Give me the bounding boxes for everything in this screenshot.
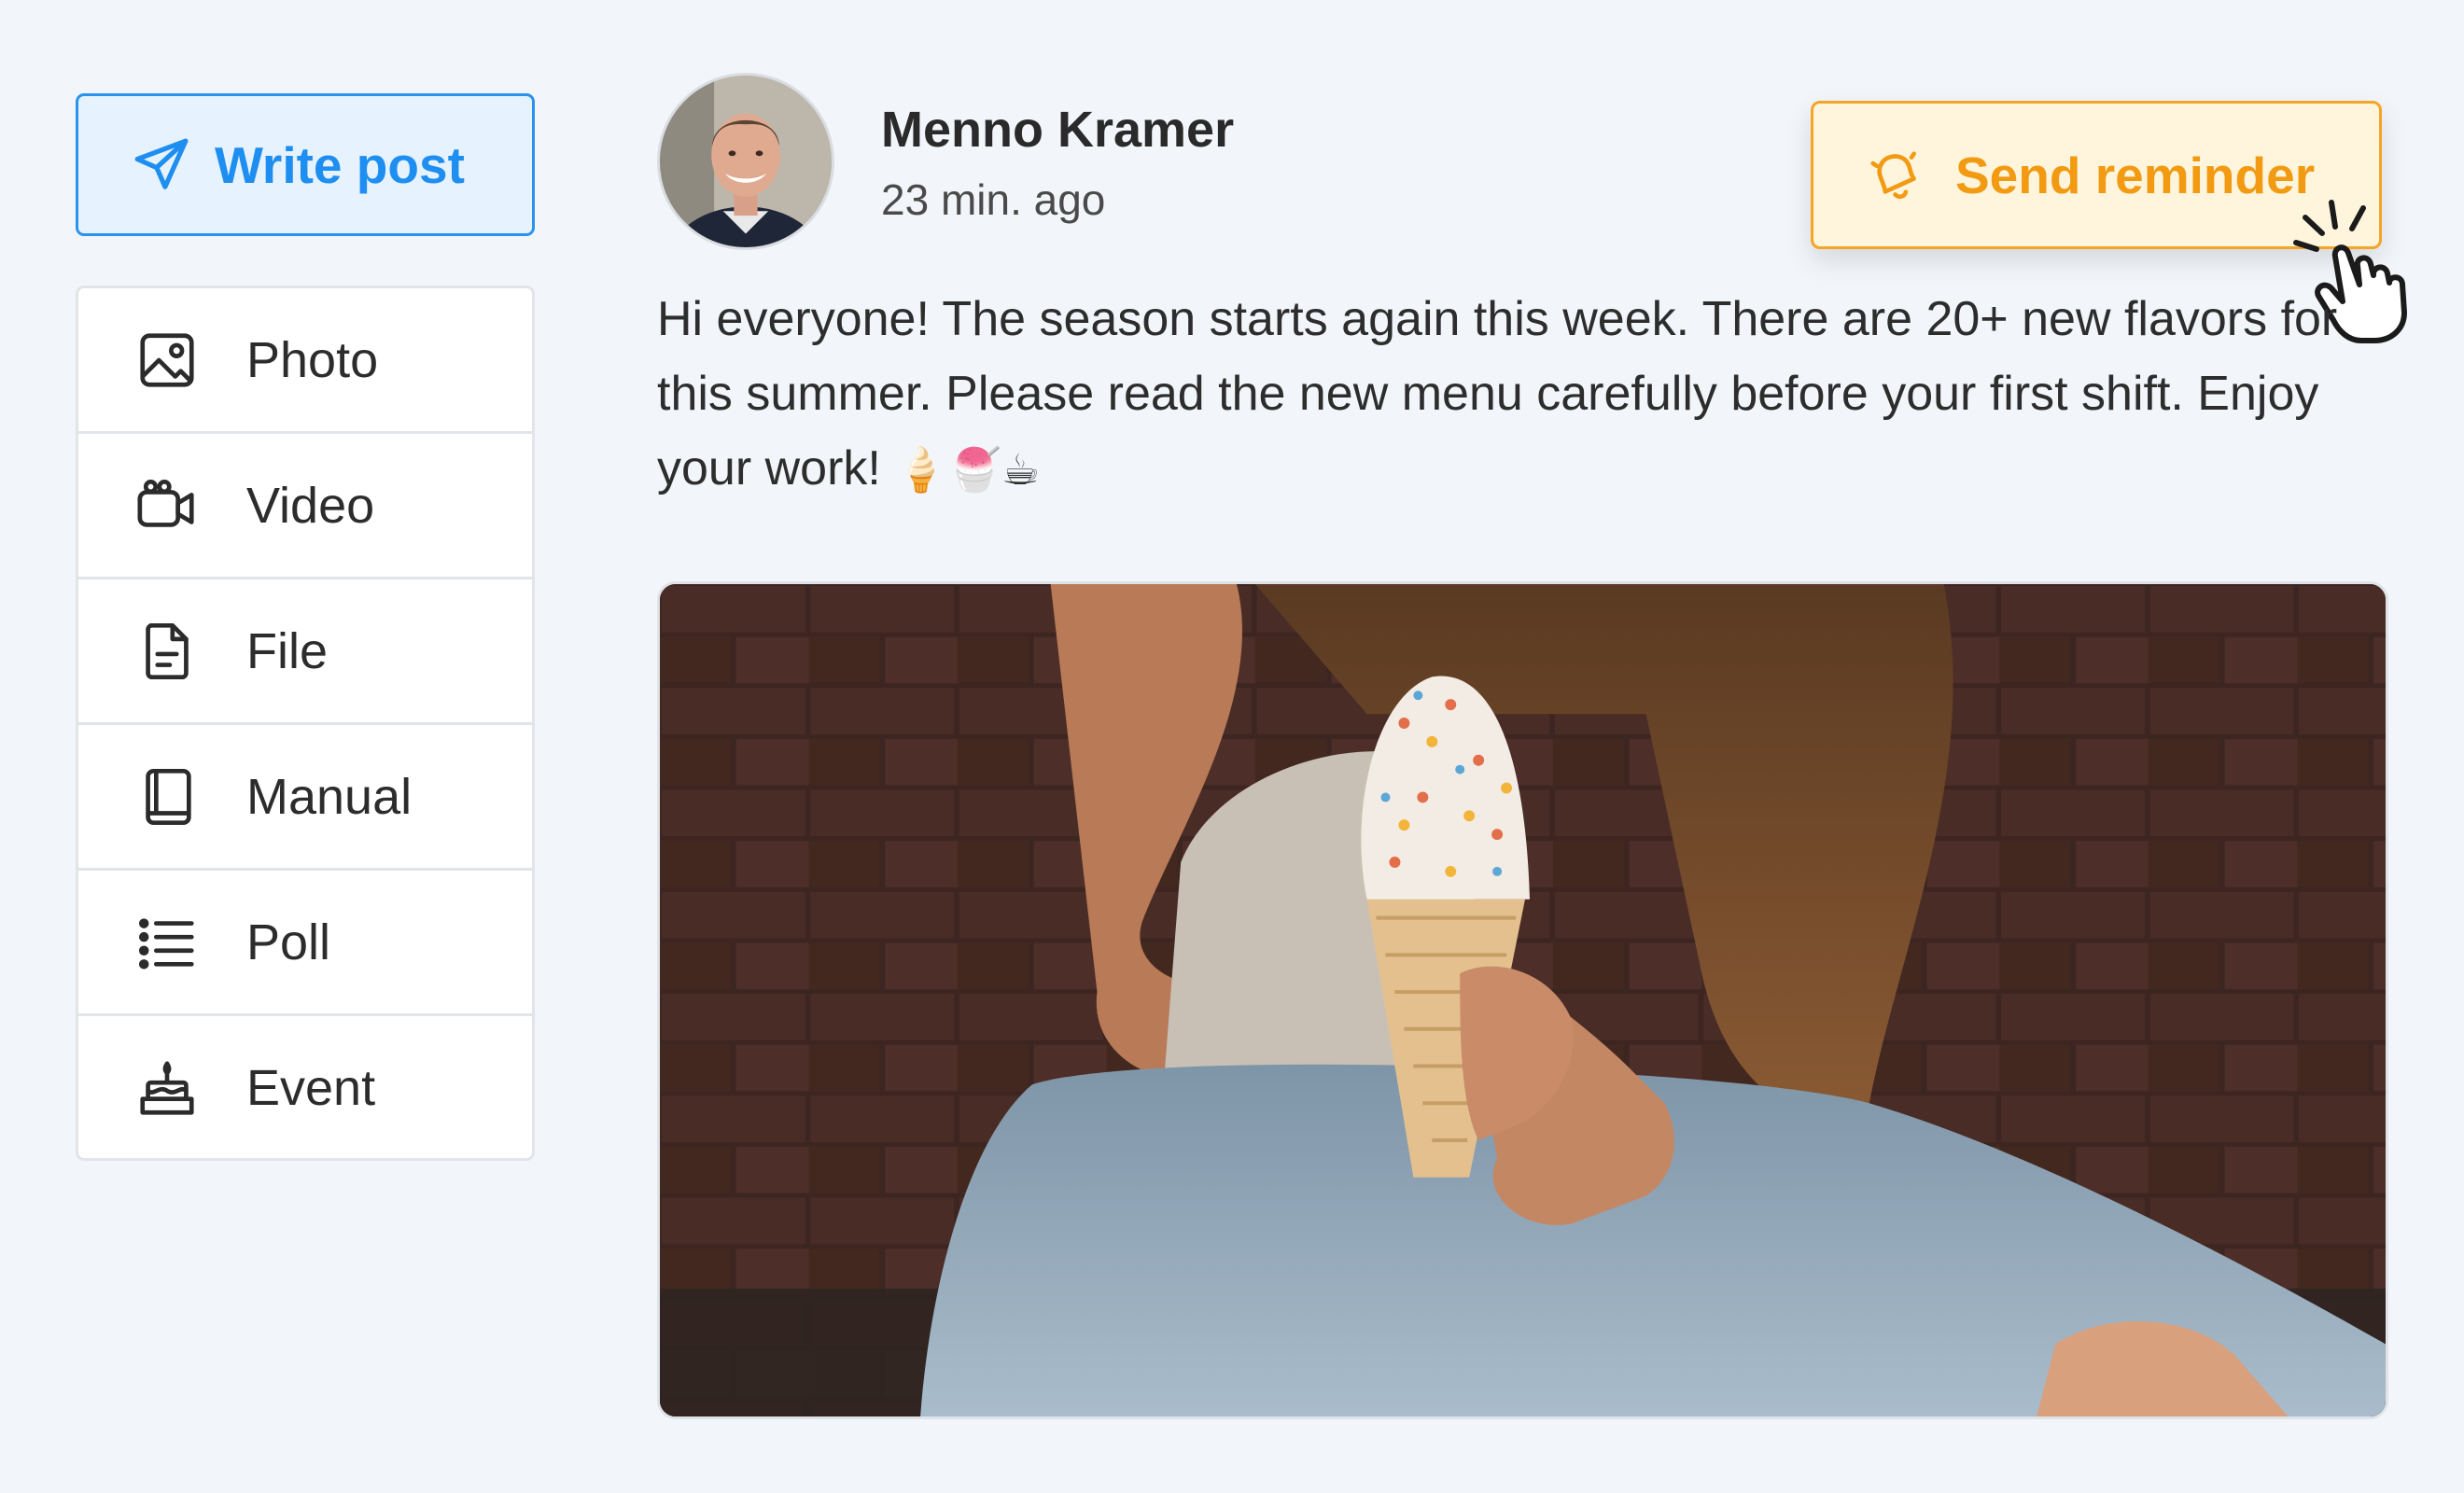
menu-item-video[interactable]: Video [78, 431, 532, 577]
author-name[interactable]: Menno Kramer [881, 101, 1234, 159]
image-icon [134, 328, 200, 393]
menu-item-file[interactable]: File [78, 577, 532, 722]
post-emojis: 🍦🍧☕ [894, 444, 1041, 495]
avatar[interactable] [657, 73, 834, 250]
menu-item-label: Event [246, 1059, 376, 1116]
cake-icon [134, 1055, 200, 1121]
post-photo[interactable] [657, 581, 2388, 1419]
bell-icon [1866, 147, 1924, 204]
menu-item-poll[interactable]: Poll [78, 868, 532, 1013]
send-icon [133, 136, 190, 194]
menu-item-event[interactable]: Event [78, 1013, 532, 1158]
menu-item-photo[interactable]: Photo [78, 288, 532, 431]
menu-item-label: Video [246, 477, 375, 534]
post-body: Hi everyone! The season starts again thi… [657, 282, 2393, 507]
menu-item-label: Poll [246, 914, 331, 970]
book-icon [134, 764, 200, 830]
video-camera-icon [134, 473, 200, 538]
menu-item-label: File [246, 622, 329, 679]
write-post-button[interactable]: Write post [76, 93, 535, 236]
file-icon [134, 619, 200, 684]
post-timestamp: 23 min. ago [881, 175, 1106, 224]
menu-item-manual[interactable]: Manual [78, 722, 532, 868]
write-post-label: Write post [215, 135, 465, 194]
send-reminder-label: Send reminder [1955, 146, 2316, 204]
menu-item-label: Photo [246, 331, 379, 388]
list-icon [134, 910, 200, 975]
post-type-menu: Photo Video File Manual Poll Event [76, 286, 535, 1161]
menu-item-label: Manual [246, 768, 413, 825]
